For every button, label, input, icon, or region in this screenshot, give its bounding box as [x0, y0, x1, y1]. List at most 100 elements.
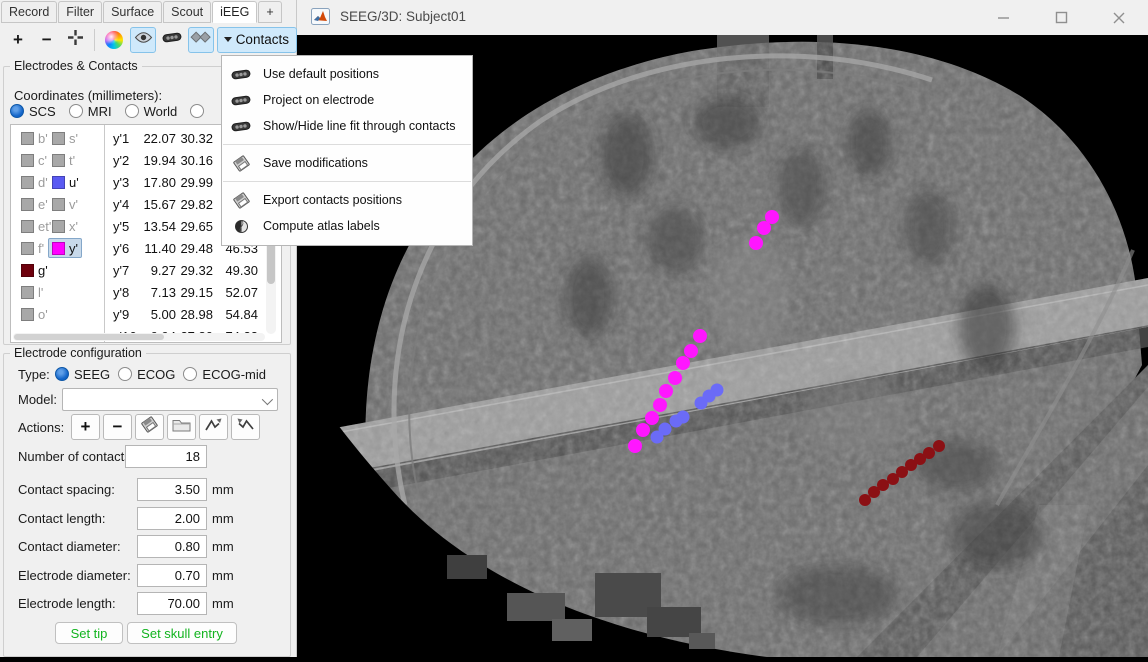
contact-dot-y[interactable]: [628, 439, 642, 453]
menu-item-export-contacts-positions[interactable]: Export contacts positions: [222, 187, 472, 213]
electrode-item-e[interactable]: e': [17, 194, 52, 214]
zoom-in-button[interactable]: +: [5, 27, 31, 53]
tab-ieeg[interactable]: iEEG: [212, 1, 257, 23]
coordsys-scs[interactable]: SCS: [10, 104, 56, 119]
maximize-button[interactable]: [1038, 0, 1084, 35]
set-tip-button[interactable]: Set tip: [55, 622, 123, 644]
type-seeg[interactable]: SEEG: [55, 367, 110, 382]
electrode-item-d[interactable]: d': [17, 172, 52, 192]
menu-item-project-on-electrode[interactable]: Project on electrode: [222, 87, 472, 113]
electrode-diameter-input[interactable]: 0.70: [137, 564, 207, 587]
show-spheres-button[interactable]: [188, 27, 214, 53]
scrollbar-thumb[interactable]: [14, 334, 164, 340]
contact-dot-y[interactable]: [645, 411, 659, 425]
electrode-item-v[interactable]: v': [48, 194, 82, 214]
close-button[interactable]: [1096, 0, 1142, 35]
type-ecog[interactable]: ECOG: [118, 367, 175, 382]
tab-surface[interactable]: Surface: [103, 1, 162, 23]
contact-dot-y[interactable]: [757, 221, 771, 235]
electrode-item-y[interactable]: y': [48, 238, 82, 258]
contact-dot-y[interactable]: [668, 371, 682, 385]
electrode-label: v': [69, 197, 78, 212]
tab-add[interactable]: +: [258, 1, 281, 23]
display-contacts-button[interactable]: [130, 27, 156, 53]
menu-item-show-hide-line-fit-through-contacts[interactable]: Show/Hide line fit through contacts: [222, 113, 472, 139]
electrode-length-input[interactable]: 70.00: [137, 592, 207, 615]
electrode-row: d'u': [11, 171, 104, 193]
contact-dot-y[interactable]: [653, 398, 667, 412]
radio-button[interactable]: [118, 367, 132, 381]
electrode-item-t[interactable]: t': [48, 150, 79, 170]
set-skull-entry-button[interactable]: Set skull entry: [127, 622, 237, 644]
electrode-item-c[interactable]: c': [17, 150, 51, 170]
electrode-label: y': [69, 241, 78, 256]
minimize-button[interactable]: [980, 0, 1026, 35]
coordsys-mri[interactable]: MRI: [69, 104, 112, 119]
radio-button[interactable]: [69, 104, 83, 118]
add-electrode-button[interactable]: +: [71, 414, 100, 440]
electrode-item-s[interactable]: s': [48, 128, 82, 148]
electrode-item-f[interactable]: f': [17, 238, 48, 258]
electrode-label: o': [38, 307, 48, 322]
menu-item-compute-atlas-labels[interactable]: Compute atlas labels: [222, 213, 472, 239]
electrode-item-u[interactable]: u': [48, 172, 83, 192]
menu-item-save-modifications[interactable]: Save modifications: [222, 150, 472, 176]
import-matlab-button[interactable]: [231, 414, 260, 440]
coordsys-hidden[interactable]: [190, 104, 204, 118]
contact-dot-y[interactable]: [676, 356, 690, 370]
contact-dot-g[interactable]: [923, 447, 935, 459]
contact-dot-u[interactable]: [695, 397, 708, 410]
model-select[interactable]: [62, 388, 278, 411]
contact-dot-g[interactable]: [877, 479, 889, 491]
radio-button[interactable]: [10, 104, 24, 118]
figure-titlebar: SEEG/3D: Subject01: [297, 0, 1148, 35]
zoom-out-button[interactable]: −: [34, 27, 60, 53]
radio-button[interactable]: [125, 104, 139, 118]
radio-button[interactable]: [190, 104, 204, 118]
toolbar-separator: [94, 29, 95, 51]
contact-coord-value: 29.82: [176, 197, 213, 212]
model-label: Model:: [18, 392, 57, 407]
contact-coord-value: 30.32: [176, 131, 213, 146]
menu-item-use-default-positions[interactable]: Use default positions: [222, 61, 472, 87]
type-ecog-mid[interactable]: ECOG-mid: [183, 367, 266, 382]
remove-electrode-button[interactable]: −: [103, 414, 132, 440]
split-view-button[interactable]: [63, 27, 89, 53]
contact-diameter-input[interactable]: 0.80: [137, 535, 207, 558]
contact-row-y9[interactable]: y'95.0028.9854.84: [105, 303, 282, 325]
contacts-menu-button[interactable]: Contacts: [217, 27, 297, 53]
load-electrode-button[interactable]: [167, 414, 196, 440]
contact-dot-y[interactable]: [693, 329, 707, 343]
contact-dot-g[interactable]: [933, 440, 945, 452]
save-electrode-button[interactable]: [135, 414, 164, 440]
electrode-color-swatch: [52, 198, 65, 211]
contact-spacing-input[interactable]: 3.50: [137, 478, 207, 501]
contact-row-y7[interactable]: y'79.2729.3249.30: [105, 259, 282, 281]
contact-dot-y[interactable]: [749, 236, 763, 250]
tab-filter[interactable]: Filter: [58, 1, 102, 23]
export-matlab-button[interactable]: [199, 414, 228, 440]
contact-dot-g[interactable]: [859, 494, 871, 506]
tab-record[interactable]: Record: [1, 1, 57, 23]
tab-scout[interactable]: Scout: [163, 1, 211, 23]
coords-horizontal-scrollbar[interactable]: [13, 333, 265, 341]
contact-dot-y[interactable]: [659, 384, 673, 398]
save-icon: [231, 192, 251, 209]
electrode-item-x[interactable]: x': [48, 216, 82, 236]
electrode-item-o[interactable]: o': [17, 304, 52, 324]
contact-dot-u[interactable]: [670, 415, 683, 428]
coordsys-world[interactable]: World: [125, 104, 178, 119]
contact-dot-u[interactable]: [651, 431, 664, 444]
contact-row-y8[interactable]: y'87.1329.1552.07: [105, 281, 282, 303]
contact-dot-y[interactable]: [684, 344, 698, 358]
number-of-contacts-input[interactable]: 18: [125, 445, 207, 468]
contact-length-input[interactable]: 2.00: [137, 507, 207, 530]
radio-button[interactable]: [55, 367, 69, 381]
electrode-item-l[interactable]: l': [17, 282, 47, 302]
radio-button[interactable]: [183, 367, 197, 381]
electrode-item-g[interactable]: g': [17, 260, 52, 280]
electrodes-display-button[interactable]: [159, 27, 185, 53]
color-selection-button[interactable]: [101, 27, 127, 53]
electrode-item-b[interactable]: b': [17, 128, 52, 148]
contact-dot-y[interactable]: [636, 423, 650, 437]
